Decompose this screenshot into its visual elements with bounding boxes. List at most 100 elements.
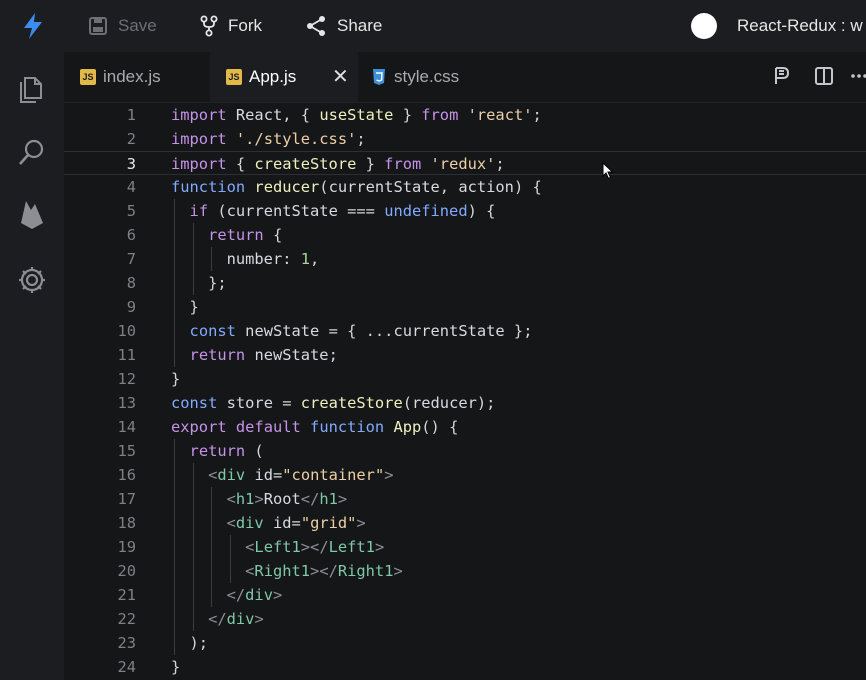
code-text: function reducer(currentState, action) { xyxy=(171,178,542,196)
tab-label: index.js xyxy=(103,67,161,86)
code-text: export default function App() { xyxy=(171,418,459,436)
code-line[interactable]: 20 <Right1></Right1> xyxy=(64,559,866,583)
files-icon[interactable] xyxy=(16,72,48,104)
code-line[interactable]: 13 const store = createStore(reducer); xyxy=(64,391,866,415)
line-number: 19 xyxy=(117,538,136,556)
line-number: 20 xyxy=(117,562,136,580)
share-icon xyxy=(307,16,325,36)
code-text: const store = createStore(reducer); xyxy=(171,394,496,412)
code-text: const newState = { ...currentState }; xyxy=(189,322,533,340)
code-line[interactable]: 3 import { createStore } from 'redux'; xyxy=(64,151,866,175)
line-number: 6 xyxy=(126,226,136,244)
line-number: 5 xyxy=(126,202,136,220)
search-icon[interactable] xyxy=(16,136,48,168)
line-number: 17 xyxy=(117,490,136,508)
split-view-icon[interactable] xyxy=(814,66,834,86)
code-line[interactable]: 15 return ( xyxy=(64,439,866,463)
code-text: } xyxy=(171,658,181,676)
code-line[interactable]: 19 <Left1></Left1> xyxy=(64,535,866,559)
tab-bar: JS index.js JS App.js ✕ style.css xyxy=(64,52,866,103)
fork-icon xyxy=(200,15,218,37)
code-line[interactable]: 17 <h1>Root</h1> xyxy=(64,487,866,511)
line-number: 3 xyxy=(126,155,136,173)
code-text: </div> xyxy=(208,610,264,628)
code-line[interactable]: 18 <div id="grid"> xyxy=(64,511,866,535)
code-editor[interactable]: 1 import React, { useState } from 'react'… xyxy=(64,103,866,680)
share-button[interactable]: Share xyxy=(305,0,382,52)
tab-index-js[interactable]: JS index.js xyxy=(64,52,210,102)
lightning-logo-icon[interactable] xyxy=(18,11,48,41)
code-text: </div> xyxy=(226,586,283,604)
user-avatar[interactable] xyxy=(691,13,717,39)
code-text: import './style.css'; xyxy=(171,130,366,148)
code-line[interactable]: 12} xyxy=(64,367,866,391)
code-line[interactable]: 5 if (currentState === undefined) { xyxy=(64,199,866,223)
code-text: return newState; xyxy=(189,346,338,364)
code-line[interactable]: 23 ); xyxy=(64,631,866,655)
line-number: 15 xyxy=(117,442,136,460)
line-number: 21 xyxy=(117,586,136,604)
line-number: 10 xyxy=(117,322,136,340)
more-options-icon[interactable] xyxy=(850,66,866,86)
code-text: import React, { useState } from 'react'; xyxy=(171,106,542,124)
js-file-icon: JS xyxy=(226,69,242,85)
code-text: <Right1></Right1> xyxy=(245,562,403,580)
line-number: 18 xyxy=(117,514,136,532)
code-text: <div id="grid"> xyxy=(226,514,366,532)
code-line[interactable]: 10 const newState = { ...currentState }; xyxy=(64,319,866,343)
firebase-icon[interactable] xyxy=(16,198,48,230)
js-file-icon: JS xyxy=(80,69,96,85)
line-number: 8 xyxy=(126,274,136,292)
code-text: return ( xyxy=(189,442,264,460)
code-line[interactable]: 22 </div> xyxy=(64,607,866,631)
fork-button[interactable]: Fork xyxy=(200,0,262,52)
share-label: Share xyxy=(337,16,383,35)
tab-label: style.css xyxy=(394,67,460,86)
code-line[interactable]: 9 } xyxy=(64,295,866,319)
code-text: return { xyxy=(208,226,283,244)
activity-bar xyxy=(0,52,64,680)
code-text: if (currentState === undefined) { xyxy=(189,202,496,220)
line-number: 2 xyxy=(126,130,136,148)
tab-label: App.js xyxy=(249,67,297,86)
line-number: 4 xyxy=(126,178,136,196)
code-line[interactable]: 14 export default function App() { xyxy=(64,415,866,439)
prettify-icon[interactable] xyxy=(773,66,791,86)
code-text: number: 1, xyxy=(226,250,320,268)
code-line[interactable]: 4 function reducer(currentState, action) … xyxy=(64,175,866,199)
save-button[interactable]: Save xyxy=(88,0,157,52)
code-line[interactable]: 11 return newState; xyxy=(64,343,866,367)
tab-style-css[interactable]: style.css xyxy=(358,52,508,102)
gear-icon[interactable] xyxy=(16,264,48,296)
line-number: 1 xyxy=(126,106,136,124)
code-line[interactable]: 21 </div> xyxy=(64,583,866,607)
save-icon xyxy=(89,17,107,35)
code-text: } xyxy=(171,298,199,316)
close-tab-icon[interactable]: ✕ xyxy=(332,67,349,87)
line-number: 14 xyxy=(117,418,136,436)
code-line[interactable]: 8 }; xyxy=(64,271,866,295)
line-number: 22 xyxy=(117,610,136,628)
line-number: 13 xyxy=(117,394,136,412)
code-line[interactable]: 24} xyxy=(64,655,866,679)
code-text: import { createStore } from 'redux'; xyxy=(171,155,505,173)
mouse-pointer-icon xyxy=(602,162,614,180)
fork-label: Fork xyxy=(228,16,262,35)
code-text: <h1>Root</h1> xyxy=(226,490,348,508)
top-bar: Save Fork Share React-Redux : w xyxy=(0,0,866,52)
code-line[interactable]: 7 number: 1, xyxy=(64,247,866,271)
code-text: ); xyxy=(171,634,209,652)
code-line[interactable]: 2 import './style.css'; xyxy=(64,127,866,151)
code-text: <div id="container"> xyxy=(208,466,394,484)
code-line[interactable]: 6 return { xyxy=(64,223,866,247)
line-number: 24 xyxy=(117,658,136,676)
code-text: }; xyxy=(171,274,227,292)
code-text: <Left1></Left1> xyxy=(245,538,385,556)
line-number: 16 xyxy=(117,466,136,484)
code-line[interactable]: 16 <div id="container"> xyxy=(64,463,866,487)
line-number: 11 xyxy=(117,346,136,364)
line-number: 12 xyxy=(117,370,136,388)
line-number: 9 xyxy=(126,298,136,316)
code-line[interactable]: 1 import React, { useState } from 'react'… xyxy=(64,103,866,127)
sandbox-title[interactable]: React-Redux : w xyxy=(737,16,863,36)
